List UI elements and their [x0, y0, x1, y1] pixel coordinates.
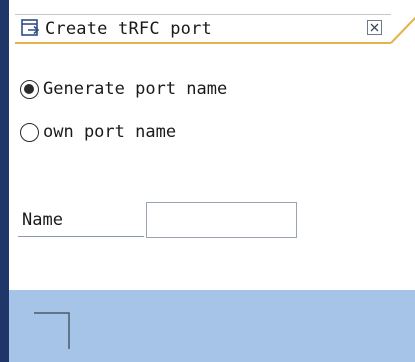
- corner-bracket-icon: [34, 312, 70, 349]
- title-tab-slant: [390, 16, 415, 44]
- radio-generate-port-name[interactable]: Generate port name: [20, 77, 227, 101]
- window-icon: [21, 19, 40, 36]
- name-field-label: Name: [22, 210, 63, 230]
- radio-button-checked[interactable]: [20, 79, 39, 99]
- name-field-underline: [18, 236, 144, 237]
- close-icon: [370, 23, 379, 32]
- radio-button-unchecked[interactable]: [20, 122, 39, 142]
- window-frame-edge: [0, 0, 9, 362]
- close-button[interactable]: [367, 20, 382, 35]
- radio-label-generate-port-name: Generate port name: [43, 79, 228, 99]
- dialog-titlebar: Create tRFC port: [9, 0, 415, 48]
- radio-own-port-name[interactable]: own port name: [20, 120, 176, 144]
- dialog-footer: [9, 290, 415, 362]
- radio-label-own-port-name: own port name: [43, 122, 177, 142]
- name-input[interactable]: [146, 202, 297, 238]
- dialog-title: Create tRFC port: [45, 19, 212, 39]
- create-trfc-port-dialog: Create tRFC port Generate port name own …: [0, 0, 415, 362]
